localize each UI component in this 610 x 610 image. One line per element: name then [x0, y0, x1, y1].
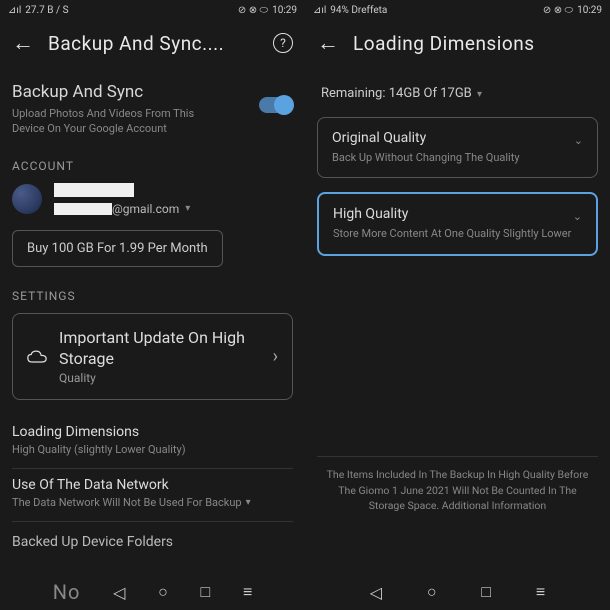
nav-menu-icon[interactable]: ≡	[536, 582, 545, 602]
option-high-quality[interactable]: High Quality Store More Content At One Q…	[317, 192, 598, 255]
status-icons: ⊘ ⊗ ⬭	[238, 5, 268, 16]
network-label: 94% Dreffeta	[330, 5, 387, 16]
option-title: High Quality	[333, 206, 573, 222]
nav-recent-icon[interactable]: □	[201, 582, 211, 602]
backup-sync-sub2: Device On Your Google Account	[12, 121, 194, 136]
chevron-down-icon: ▾	[477, 89, 482, 100]
backup-sync-toggle[interactable]	[259, 97, 293, 113]
network-speed: 27.7 B / S	[25, 5, 68, 16]
nav-back-icon[interactable]: ◁	[113, 583, 125, 602]
backup-sync-title: Backup And Sync	[12, 82, 194, 102]
page-title: Loading Dimensions	[353, 32, 598, 55]
clock: 10:29	[577, 5, 602, 16]
clock: 10:29	[272, 5, 297, 16]
header: ← Backup And Sync.... ?	[0, 20, 305, 66]
account-email-redacted	[54, 203, 112, 215]
storage-update-card[interactable]: Important Update On High Storage Quality…	[12, 313, 293, 401]
header: ← Loading Dimensions	[305, 20, 610, 66]
signal-icon: ⊿ıl	[8, 5, 21, 16]
back-arrow-icon[interactable]: ←	[317, 30, 339, 56]
signal-icon: ⊿ıl	[313, 5, 326, 16]
page-title: Backup And Sync....	[48, 32, 259, 55]
footnote: The Items Included In The Backup In High…	[317, 467, 598, 514]
settings-label: SETTINGS	[12, 289, 293, 303]
buy-storage-button[interactable]: Buy 100 GB For 1.99 Per Month	[12, 230, 223, 267]
account-name-redacted	[54, 183, 134, 197]
option-sub: Back Up Without Changing The Quality	[332, 150, 574, 165]
nav-bar: No ◁ ○ □ ≡	[0, 574, 305, 610]
remaining-storage: Remaining: 14GB Of 17GB	[321, 86, 472, 101]
backup-sync-sub1: Upload Photos And Videos From This	[12, 106, 194, 121]
option-original-quality[interactable]: Original Quality Back Up Without Changin…	[317, 117, 598, 178]
help-icon[interactable]: ?	[273, 33, 293, 53]
chevron-down-icon: ⌄	[573, 210, 582, 223]
setting-sub: The Data Network Will Not Be Used For Ba…	[12, 496, 242, 509]
status-bar: ⊿ıl 27.7 B / S ⊘ ⊗ ⬭ 10:29	[0, 0, 305, 20]
chevron-down-icon: ⌄	[574, 134, 583, 147]
chevron-right-icon: ›	[273, 346, 278, 367]
divider	[317, 456, 598, 457]
nav-back-icon[interactable]: ◁	[370, 583, 382, 602]
status-bar: ⊿ıl 94% Dreffeta ⊘ ⊗ ⬭ 10:29	[305, 0, 610, 20]
account-row[interactable]: @gmail.com ▾	[12, 183, 293, 216]
setting-data-network[interactable]: Use Of The Data Network The Data Network…	[12, 469, 293, 522]
cloud-icon	[27, 350, 47, 364]
account-email-domain: @gmail.com	[112, 202, 179, 216]
avatar	[12, 184, 42, 214]
setting-sub: High Quality (slightly Lower Quality)	[12, 443, 293, 456]
nav-home-icon[interactable]: ○	[427, 582, 437, 602]
back-arrow-icon[interactable]: ←	[12, 30, 34, 56]
nav-home-icon[interactable]: ○	[158, 582, 168, 602]
nav-recent-icon[interactable]: □	[481, 582, 491, 602]
nav-bar: ◁ ○ □ ≡	[305, 574, 610, 610]
chevron-down-icon: ▾	[185, 203, 190, 214]
option-sub: Store More Content At One Quality Slight…	[333, 226, 573, 241]
backed-up-folders[interactable]: Backed Up Device Folders	[12, 534, 293, 550]
nav-no-text: No	[53, 580, 81, 604]
option-title: Original Quality	[332, 130, 574, 146]
setting-loading-dimensions[interactable]: Loading Dimensions High Quality (slightl…	[12, 416, 293, 469]
nav-menu-icon[interactable]: ≡	[243, 582, 252, 602]
chevron-down-icon: ▾	[246, 497, 251, 508]
account-label: ACCOUNT	[12, 159, 293, 173]
status-icons: ⊘ ⊗ ⬭	[543, 5, 573, 16]
card-sub: Quality	[59, 371, 261, 385]
setting-title: Use Of The Data Network	[12, 477, 293, 493]
card-title: Important Update On High Storage	[59, 328, 261, 370]
setting-title: Loading Dimensions	[12, 424, 293, 440]
